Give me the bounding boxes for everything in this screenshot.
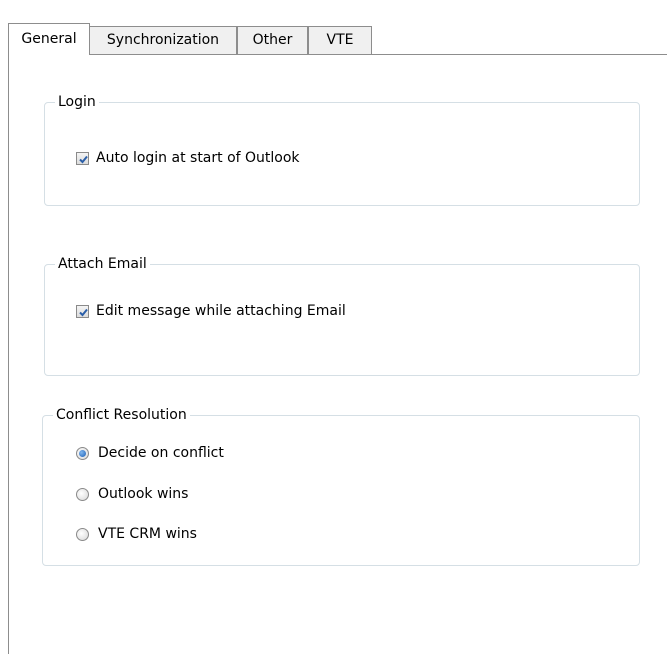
general-tab-panel: Login Auto login at start of Outlook Att… [8, 54, 667, 654]
tab-general-label: General [21, 31, 77, 47]
edit-message-option[interactable]: Edit message while attaching Email [76, 303, 346, 319]
tab-synchronization[interactable]: Synchronization [89, 26, 237, 54]
attach-email-group-title: Attach Email [55, 255, 150, 273]
outlook-wins-radio[interactable] [76, 487, 89, 501]
auto-login-option[interactable]: Auto login at start of Outlook [76, 150, 300, 166]
decide-on-conflict-radio[interactable] [76, 446, 89, 460]
checkbox-checked-icon [79, 155, 88, 163]
tab-other-label: Other [252, 32, 293, 48]
auto-login-checkbox[interactable] [76, 151, 89, 165]
edit-message-label: Edit message while attaching Email [96, 303, 346, 319]
login-group: Login Auto login at start of Outlook [44, 93, 640, 206]
conflict-resolution-group-title: Conflict Resolution [53, 406, 190, 424]
vte-crm-wins-label: VTE CRM wins [98, 526, 197, 542]
decide-on-conflict-label: Decide on conflict [98, 445, 224, 461]
tab-vte[interactable]: VTE [308, 26, 372, 54]
outlook-wins-label: Outlook wins [98, 486, 189, 502]
decide-on-conflict-option[interactable]: Decide on conflict [76, 445, 224, 461]
attach-email-group: Attach Email Edit message while attachin… [44, 255, 640, 376]
vte-crm-wins-radio[interactable] [76, 527, 89, 541]
tab-vte-label: VTE [326, 32, 354, 48]
radio-selected-icon [79, 449, 86, 457]
tab-synchronization-label: Synchronization [106, 32, 220, 48]
login-group-title: Login [55, 93, 99, 111]
edit-message-checkbox[interactable] [76, 304, 89, 318]
checkbox-checked-icon [79, 308, 88, 316]
tab-other[interactable]: Other [237, 26, 308, 54]
auto-login-label: Auto login at start of Outlook [96, 150, 300, 166]
tab-general[interactable]: General [8, 23, 90, 55]
outlook-wins-option[interactable]: Outlook wins [76, 486, 188, 502]
vte-crm-wins-option[interactable]: VTE CRM wins [76, 526, 197, 542]
conflict-resolution-group: Conflict Resolution Decide on conflict O… [42, 406, 640, 566]
